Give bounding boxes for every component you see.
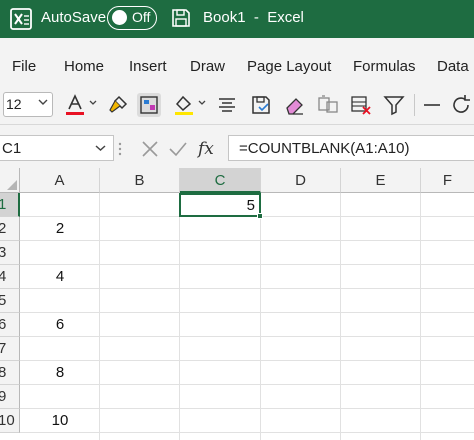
autosave-state: Off [132, 9, 151, 25]
save-icon[interactable] [171, 8, 191, 28]
more-icon[interactable] [420, 93, 444, 117]
row-number: 7 [0, 340, 6, 357]
tab-insert[interactable]: Insert [129, 58, 167, 76]
chevron-down-icon[interactable] [95, 144, 106, 152]
formula-input[interactable]: =COUNTBLANK(A1:A10) [228, 135, 474, 161]
ribbon-tabs: File Home Insert Draw Page Layout Formul… [0, 38, 474, 86]
row-number: 6 [0, 316, 6, 333]
copy-format-icon[interactable] [316, 93, 340, 117]
save-icon[interactable] [249, 93, 273, 117]
name-box[interactable]: C1 [0, 135, 114, 161]
cell-value: 5 [246, 197, 255, 214]
cell-a4[interactable]: 4 [20, 265, 100, 289]
filter-icon[interactable] [382, 93, 406, 117]
row-number: 8 [0, 364, 6, 381]
eraser-icon[interactable] [283, 93, 307, 117]
row-header[interactable]: 10 [0, 409, 20, 433]
row-number: 4 [0, 268, 6, 285]
tab-draw[interactable]: Draw [190, 58, 225, 76]
gridline [179, 193, 180, 440]
column-header-f[interactable]: F [421, 168, 474, 193]
font-size-select[interactable]: 12 [3, 92, 53, 117]
column-header-e[interactable]: E [341, 168, 421, 193]
toggle-knob [112, 10, 127, 25]
chevron-down-icon[interactable] [198, 99, 206, 107]
row-header[interactable]: 7 [0, 337, 20, 361]
gridline [260, 193, 261, 440]
ribbon-toolbar: 12 [0, 86, 474, 124]
gridline [420, 193, 421, 440]
row-number: 9 [0, 388, 6, 405]
insert-function-icon[interactable]: fx [196, 136, 220, 160]
row-number: 1 [0, 196, 6, 213]
tab-file[interactable]: File [12, 58, 36, 76]
format-painter-icon[interactable] [106, 93, 130, 117]
row-header[interactable]: 3 [0, 241, 20, 265]
cell-a2[interactable]: 2 [20, 217, 100, 241]
row-number: 2 [0, 220, 6, 237]
autosave-label: AutoSave [41, 9, 107, 26]
chevron-down-icon [38, 99, 48, 105]
spreadsheet-grid[interactable]: A B C D E F 1 2 3 4 5 6 7 8 9 10 2 4 6 8… [0, 168, 474, 440]
cell-a6[interactable]: 6 [20, 313, 100, 337]
chevron-down-icon[interactable] [89, 99, 97, 107]
column-header-d[interactable]: D [261, 168, 341, 193]
cell-a8[interactable]: 8 [20, 361, 100, 385]
autosave-toggle[interactable]: Off [107, 6, 157, 30]
tab-page-layout[interactable]: Page Layout [247, 58, 331, 76]
row-header[interactable]: 9 [0, 385, 20, 409]
corner-triangle-icon [7, 180, 17, 190]
row-header[interactable]: 4 [0, 265, 20, 289]
select-all-corner[interactable] [0, 168, 20, 193]
svg-text:fx: fx [196, 139, 214, 159]
row-number: 3 [0, 244, 6, 261]
fill-color-icon[interactable] [172, 93, 196, 117]
grip-icon [118, 142, 122, 156]
row-number: 5 [0, 292, 6, 309]
tab-formulas[interactable]: Formulas [353, 58, 416, 76]
refresh-icon[interactable] [449, 93, 473, 117]
excel-logo-icon[interactable] [10, 8, 32, 30]
column-header-c[interactable]: C [180, 168, 261, 193]
title-bar: AutoSave Off Book1 - Excel [0, 0, 474, 38]
enter-check-icon[interactable] [168, 139, 188, 159]
tab-home[interactable]: Home [64, 58, 104, 76]
clear-filter-icon[interactable] [349, 93, 373, 117]
formula-bar: C1 fx =COUNTBLANK(A1:A10) [0, 124, 474, 168]
row-header[interactable]: 1 [0, 193, 20, 217]
row-header[interactable]: 2 [0, 217, 20, 241]
tab-data[interactable]: Data [437, 58, 469, 76]
toolbar-separator [414, 94, 415, 116]
cell-styles-icon[interactable] [137, 93, 161, 117]
font-size-value: 12 [6, 96, 22, 112]
font-color-icon[interactable] [63, 93, 87, 117]
column-header-b[interactable]: B [100, 168, 180, 193]
cell-a10[interactable]: 10 [20, 409, 100, 433]
cancel-icon[interactable] [140, 139, 160, 159]
column-header-a[interactable]: A [20, 168, 100, 193]
name-box-value: C1 [2, 140, 22, 157]
row-header[interactable]: 6 [0, 313, 20, 337]
row-header[interactable]: 5 [0, 289, 20, 313]
align-icon[interactable] [215, 93, 239, 117]
fill-handle[interactable] [257, 213, 263, 219]
selected-cell-c1[interactable]: 5 [179, 193, 261, 217]
window-title: Book1 - Excel [203, 9, 304, 26]
row-header[interactable]: 8 [0, 361, 20, 385]
row-number: 10 [0, 412, 15, 429]
gridline [340, 193, 341, 440]
formula-text: =COUNTBLANK(A1:A10) [239, 140, 410, 157]
